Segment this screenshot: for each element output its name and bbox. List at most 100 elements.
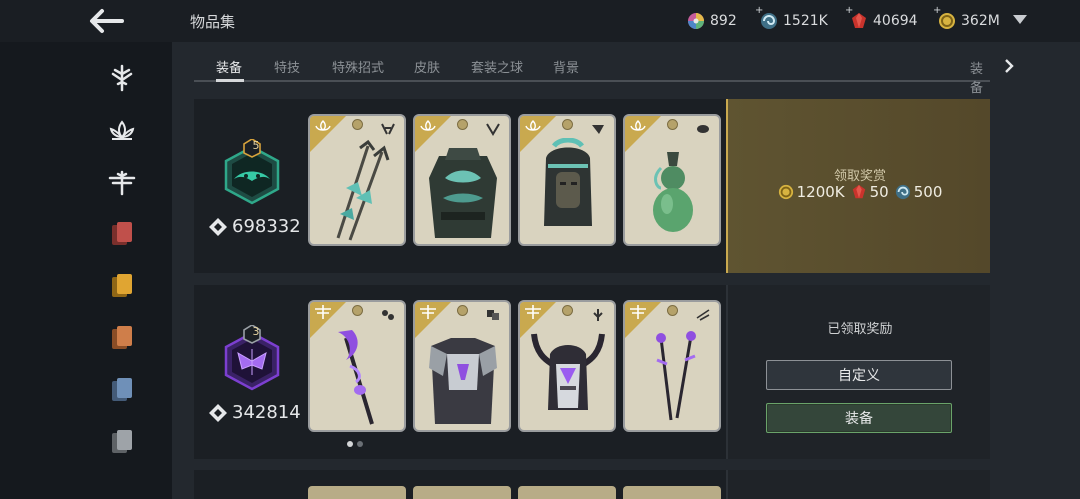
main-panel: 装备 特技 特殊招式 皮肤 套装之球 背景 装备 5 698332 领取奖赏 1…	[172, 42, 1080, 499]
currency-value: 40694	[873, 13, 918, 29]
tab-skins[interactable]: 皮肤	[414, 57, 440, 76]
blue-cards-icon	[112, 378, 132, 401]
sidebar-item-orange-cards[interactable]	[106, 322, 138, 354]
tab-skills[interactable]: 特技	[274, 57, 300, 76]
sidebar-item-emblem[interactable]	[106, 62, 138, 94]
set-level: 5	[252, 139, 260, 152]
rarity-dot	[457, 119, 468, 130]
reward-title: 领取奖赏	[833, 169, 886, 184]
power-diamond-icon	[209, 217, 227, 236]
currency-value: 362M	[961, 13, 1000, 29]
item-card-daggers[interactable]	[623, 300, 721, 432]
item-card-gourd[interactable]	[623, 114, 721, 246]
weapon-slot-icon	[381, 123, 395, 135]
sidebar-item-dragonfly[interactable]	[106, 167, 138, 199]
top-bar: 物品集 892 + 1521K + 40694 + 362M	[0, 0, 1080, 42]
reward-claimed-text: 已领取奖励	[827, 322, 893, 337]
helmet-slot-icon	[592, 125, 604, 134]
rarity-dot	[562, 119, 573, 130]
jade-gourd-art	[653, 152, 693, 232]
orange-cards-icon	[112, 326, 132, 349]
rarity-dot	[457, 305, 468, 316]
dragonfly-icon	[108, 170, 136, 196]
armor-slot-icon	[487, 310, 499, 320]
reward-panel-partial	[726, 470, 990, 499]
currency-swirl-orb[interactable]: + 1521K	[755, 5, 828, 31]
tab-bar: 装备 特技 特殊招式 皮肤 套装之球 背景 装备	[194, 42, 1014, 96]
item-card-partial[interactable]	[413, 486, 511, 499]
reward-panel-claimed: 已领取奖励 自定义 装备	[726, 285, 990, 459]
twin-daggers-art	[656, 331, 696, 421]
serpent-helmet-art	[544, 138, 592, 226]
item-card-partial[interactable]	[308, 486, 406, 499]
item-card-armor[interactable]	[413, 114, 511, 246]
gold-coin-icon	[939, 13, 955, 29]
item-card-trident[interactable]	[308, 114, 406, 246]
gold-cards-icon	[112, 274, 132, 297]
currency-value: 1521K	[783, 13, 828, 29]
reward-items: 1200K 50 500	[728, 183, 992, 201]
chevron-right-icon[interactable]	[1004, 59, 1014, 73]
score-value: 342814	[232, 402, 301, 423]
sidebar-item-blue-cards[interactable]	[106, 374, 138, 406]
lotus-icon	[109, 120, 135, 140]
trident-art	[336, 139, 390, 241]
set-score: 698332	[208, 216, 301, 237]
weapon-slot-icon	[696, 309, 710, 321]
sidebar-item-gold-cards[interactable]	[106, 270, 138, 302]
rarity-dot	[352, 119, 363, 130]
serpent-armor-art	[429, 148, 497, 238]
score-value: 698332	[232, 216, 301, 237]
violet-staff-art	[338, 330, 374, 425]
set-level: 3	[252, 325, 260, 338]
reward-item: 50	[851, 183, 889, 201]
weapon-slot-icon	[382, 310, 394, 320]
reward-item: 500	[895, 183, 943, 201]
gold-coin-icon	[778, 184, 793, 200]
sidebar	[0, 42, 172, 499]
item-card-staff[interactable]	[308, 300, 406, 432]
red-cards-icon	[112, 222, 132, 245]
sidebar-item-red-cards[interactable]	[106, 218, 138, 250]
page-dot[interactable]	[357, 441, 363, 447]
currency-color-wheel[interactable]: 892	[687, 11, 737, 31]
item-card-partial[interactable]	[518, 486, 616, 499]
item-card-horned-helmet[interactable]	[518, 300, 616, 432]
helmet-slot-icon	[593, 309, 603, 321]
set-row: 5 698332 领取奖赏 1200K 50 500	[194, 99, 990, 273]
back-arrow-icon[interactable]	[88, 8, 126, 34]
sidebar-item-lotus[interactable]	[106, 115, 138, 147]
rarity-dot	[667, 305, 678, 316]
currency-gold-coin[interactable]: + 362M	[933, 5, 1000, 31]
tab-set-orbs[interactable]: 套装之球	[471, 57, 523, 76]
rarity-dot	[667, 119, 678, 130]
emblem-icon	[111, 64, 133, 92]
reward-value: 50	[869, 183, 889, 201]
rarity-dot	[352, 305, 363, 316]
reward-value: 1200K	[796, 183, 845, 201]
set-row: 3 342814 已领取奖励 自定义 装备	[194, 285, 990, 459]
reward-panel-claimable[interactable]: 领取奖赏 1200K 50 500	[726, 99, 990, 273]
customize-button[interactable]: 自定义	[766, 360, 952, 390]
item-card-helmet[interactable]	[518, 114, 616, 246]
gray-cards-icon	[112, 430, 132, 453]
tab-special-moves[interactable]: 特殊招式	[332, 57, 384, 76]
swirl-orb-icon	[761, 13, 777, 29]
currency-red-gem[interactable]: + 40694	[845, 5, 918, 31]
item-card-partial[interactable]	[623, 486, 721, 499]
sidebar-item-gray-cards[interactable]	[106, 426, 138, 458]
tab-backgrounds[interactable]: 背景	[553, 57, 579, 76]
reward-value: 500	[913, 183, 943, 201]
page-title: 物品集	[190, 13, 236, 31]
armor-slot-icon	[486, 123, 500, 136]
item-card-violet-armor[interactable]	[413, 300, 511, 432]
tab-filter-label[interactable]: 装备	[970, 58, 990, 96]
equip-button[interactable]: 装备	[766, 403, 952, 433]
tab-equipment[interactable]: 装备	[216, 57, 242, 76]
page-dot-active[interactable]	[347, 441, 353, 447]
set-row-partial	[194, 470, 990, 499]
violet-armor-art	[429, 338, 497, 424]
active-tab-indicator	[216, 79, 244, 82]
dropdown-caret-icon[interactable]	[1013, 15, 1027, 24]
accessory-slot-icon	[697, 125, 709, 133]
